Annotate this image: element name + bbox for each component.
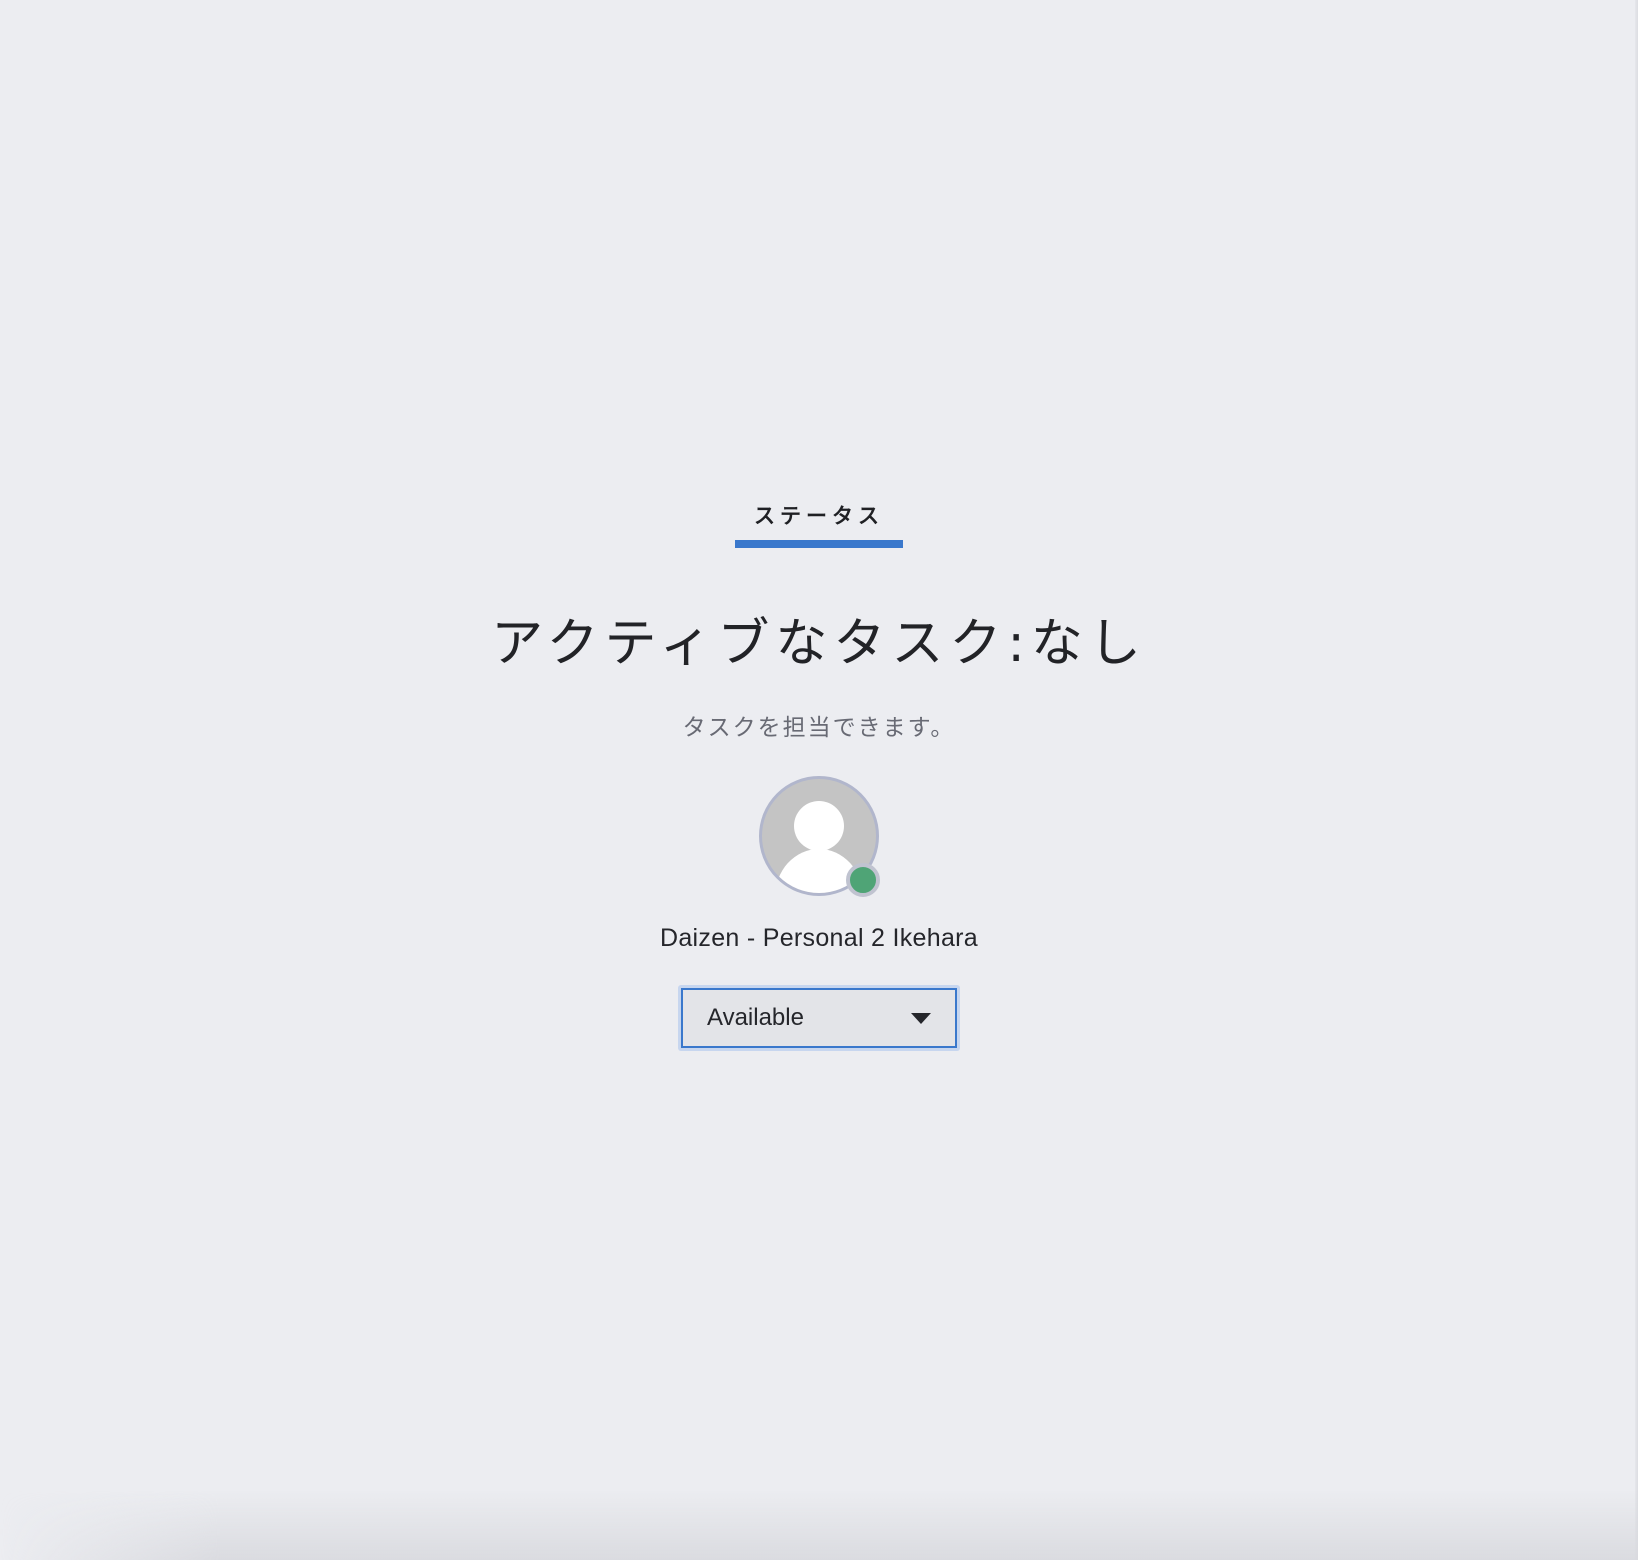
user-avatar-container [759,776,880,897]
status-panel: ステータス アクティブなタスク:なし タスクを担当できます。 Daizen - … [0,0,1638,1051]
user-name: Daizen - Personal 2 Ikehara [660,924,978,952]
presence-status-dot [846,863,880,897]
tab-bar: ステータス [735,500,903,548]
availability-message: タスクを担当できます。 [682,715,956,741]
tab-status[interactable]: ステータス [735,500,903,548]
availability-select-value: Available [707,1004,804,1031]
availability-select-focus-ring: Available [678,985,960,1051]
bottom-shadow [0,1490,1638,1560]
availability-select[interactable]: Available [681,988,957,1048]
caret-down-icon [911,1012,931,1024]
status-page: ステータス アクティブなタスク:なし タスクを担当できます。 Daizen - … [0,0,1638,1560]
active-task-heading: アクティブなタスク:なし [491,614,1147,674]
